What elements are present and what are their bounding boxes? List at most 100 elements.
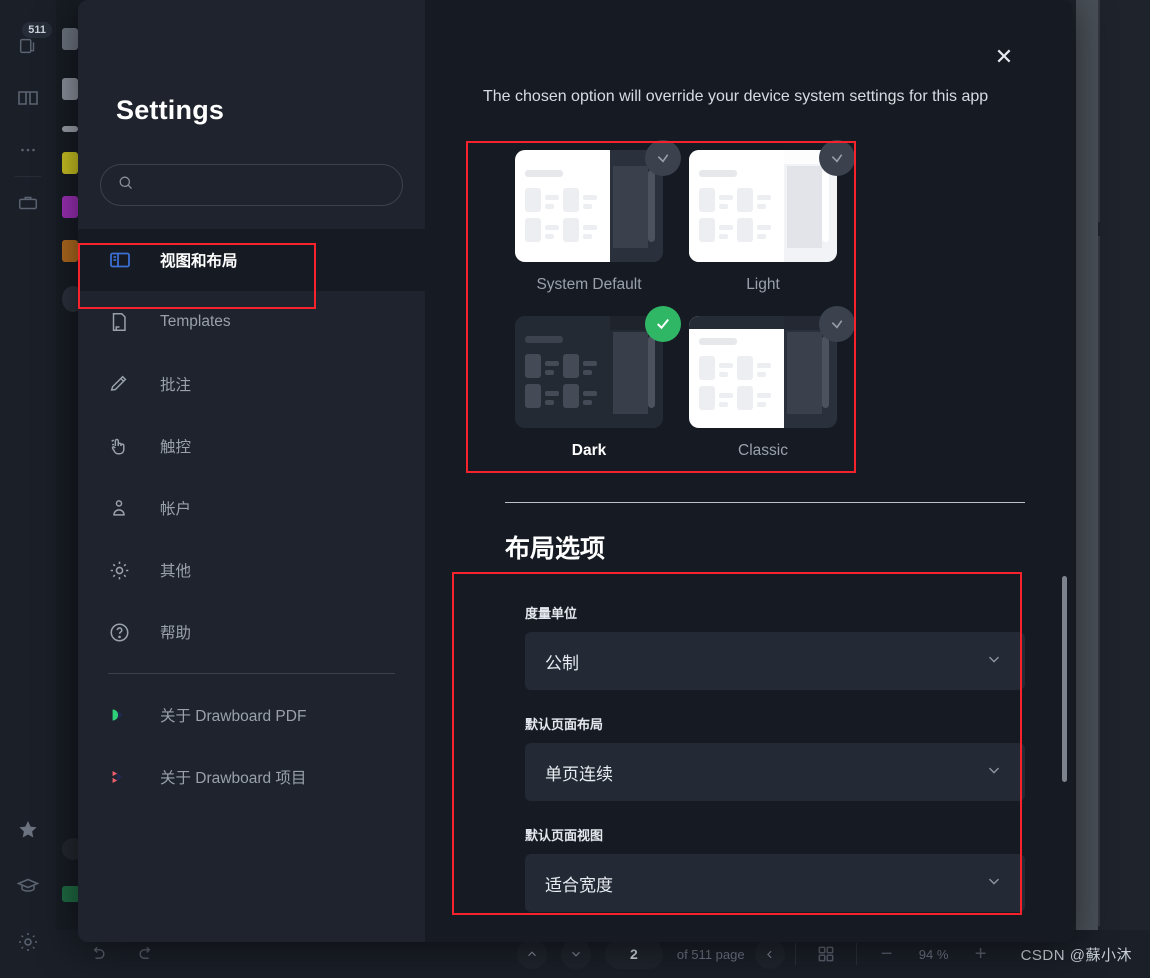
app-left-rail: 511 [0,0,56,978]
pages-badge: 511 [22,22,52,38]
sidebar-item-about-drawboard-pdf[interactable]: 关于 Drawboard PDF [78,684,425,746]
book-icon[interactable] [8,78,48,118]
current-page-input[interactable]: 2 [604,939,663,969]
layout-options-box: 度量单位 公制 默认页面布局 单页连续 默认页面视图 适合宽度 [505,581,1045,936]
tool-chip[interactable] [62,240,78,262]
field-label-default-page-layout: 默认页面布局 [525,717,604,733]
toolbar-divider [855,943,857,965]
more-dots-icon[interactable] [8,130,48,170]
sidebar-item-account[interactable]: 帐户 [78,477,425,539]
page-total-label: of 511 page [676,946,745,962]
tool-chip[interactable] [62,78,78,100]
default-page-view-value: 适合宽度 [545,875,613,895]
theme-thumbnail [689,306,855,429]
theme-option-system-default[interactable]: System Default [515,140,689,294]
page-title: Settings [116,95,225,125]
template-icon [108,311,142,333]
theme-options-grid: System Default Light Dark Classic [483,132,875,470]
sidebar-item-label: Templates [160,313,231,330]
undo-button[interactable] [78,937,118,971]
sidebar-item-view-and-layout[interactable]: 视图和布局 [78,229,425,291]
measurement-unit-value: 公制 [545,653,579,673]
default-page-view-select[interactable]: 适合宽度 [525,854,1025,913]
sidebar-item-label: 视图和布局 [160,253,238,270]
layout-section-title: 布局选项 [505,535,606,564]
settings-content: ✕ The chosen option will override your d… [425,0,1073,942]
theme-check-icon[interactable] [819,140,855,177]
screen-root: 511 2 of 511 page − 94 % + CSDN @蘇小沐 Set… [0,0,1150,978]
sidebar-item-annotations[interactable]: 批注 [78,353,425,415]
default-page-layout-value: 单页连续 [545,764,613,784]
theme-check-icon[interactable] [645,306,681,343]
chevron-down-icon [985,650,1003,672]
theme-thumbnail [515,306,681,429]
zoom-in-button[interactable]: + [961,937,1001,971]
theme-check-icon[interactable] [819,306,855,343]
theme-label: Light [746,276,780,294]
chevron-down-icon [985,872,1003,894]
theme-check-icon[interactable] [645,140,681,177]
briefcase-icon[interactable] [8,183,48,223]
collapse-pager-button[interactable] [754,939,785,969]
search-box[interactable] [100,164,403,206]
chevron-down-icon [985,761,1003,783]
sidebar-item-about-drawboard-projects[interactable]: 关于 Drawboard 项目 [78,746,425,808]
section-divider [505,502,1025,504]
tool-chip[interactable] [62,152,78,174]
watermark-label: CSDN @蘇小沐 [1020,946,1132,964]
zoom-level-label: 94 % [918,946,949,962]
pages-icon[interactable]: 511 [8,22,52,66]
sidebar-item-templates[interactable]: Templates [78,291,425,353]
next-page-button[interactable] [560,939,591,969]
settings-modal: Settings 视图和布局 Templates 批注 触控 帐户 其他 帮助 … [78,0,1073,942]
content-scrollbar[interactable] [1062,576,1067,782]
theme-thumbnail [515,140,681,263]
gear-icon[interactable] [8,922,48,962]
sidebar-item-other[interactable]: 其他 [78,539,425,601]
theme-label: Dark [571,442,607,460]
sidebar-item-label: 帮助 [160,625,192,642]
settings-nav: 视图和布局 Templates 批注 触控 帐户 其他 帮助 关于 Drawbo… [78,229,425,808]
star-icon[interactable] [8,810,48,850]
theme-label: Classic [738,442,788,460]
search-icon [117,174,134,196]
sidebar-item-touch[interactable]: 触控 [78,415,425,477]
zoom-out-button[interactable]: − [867,937,907,971]
gear-icon [108,559,142,582]
theme-option-classic[interactable]: Classic [689,306,863,460]
grid-view-button[interactable] [806,937,846,971]
tool-chip[interactable] [62,196,78,218]
pencil-icon [108,373,142,395]
sidebar-item-label: 关于 Drawboard PDF [160,708,307,725]
theme-label: System Default [536,276,642,294]
theme-thumbnail [689,140,855,263]
theme-option-dark[interactable]: Dark [515,306,689,460]
default-page-layout-select[interactable]: 单页连续 [525,743,1025,802]
app-scrollbar[interactable] [1076,0,1098,930]
rail-divider [15,176,41,177]
sidebar-item-label: 帐户 [160,501,192,518]
account-icon [108,497,142,519]
sidebar-item-help[interactable]: 帮助 [78,601,425,663]
search-container [78,126,425,206]
field-label-measurement-unit: 度量单位 [525,606,578,622]
drawboard-projects-logo [108,766,142,788]
search-input[interactable] [144,177,386,193]
toolbar-divider [794,943,796,965]
sidebar-item-label: 批注 [160,377,192,394]
redo-button[interactable] [126,937,166,971]
field-label-default-page-view: 默认页面视图 [525,828,604,844]
help-icon [108,621,142,644]
previous-page-button[interactable] [516,939,547,969]
sidebar-item-label: 其他 [160,563,192,580]
content-inner: The chosen option will override your dev… [425,0,1073,936]
tool-chip[interactable] [62,28,78,50]
close-icon[interactable]: ✕ [989,42,1019,72]
tool-chip[interactable] [62,126,78,132]
settings-sidebar: Settings 视图和布局 Templates 批注 触控 帐户 其他 帮助 … [78,0,425,942]
graduation-cap-icon[interactable] [8,866,48,906]
sidebar-item-label: 触控 [160,439,192,456]
theme-option-light[interactable]: Light [689,140,863,294]
measurement-unit-select[interactable]: 公制 [525,632,1025,691]
drawboard-pdf-logo [108,704,142,726]
